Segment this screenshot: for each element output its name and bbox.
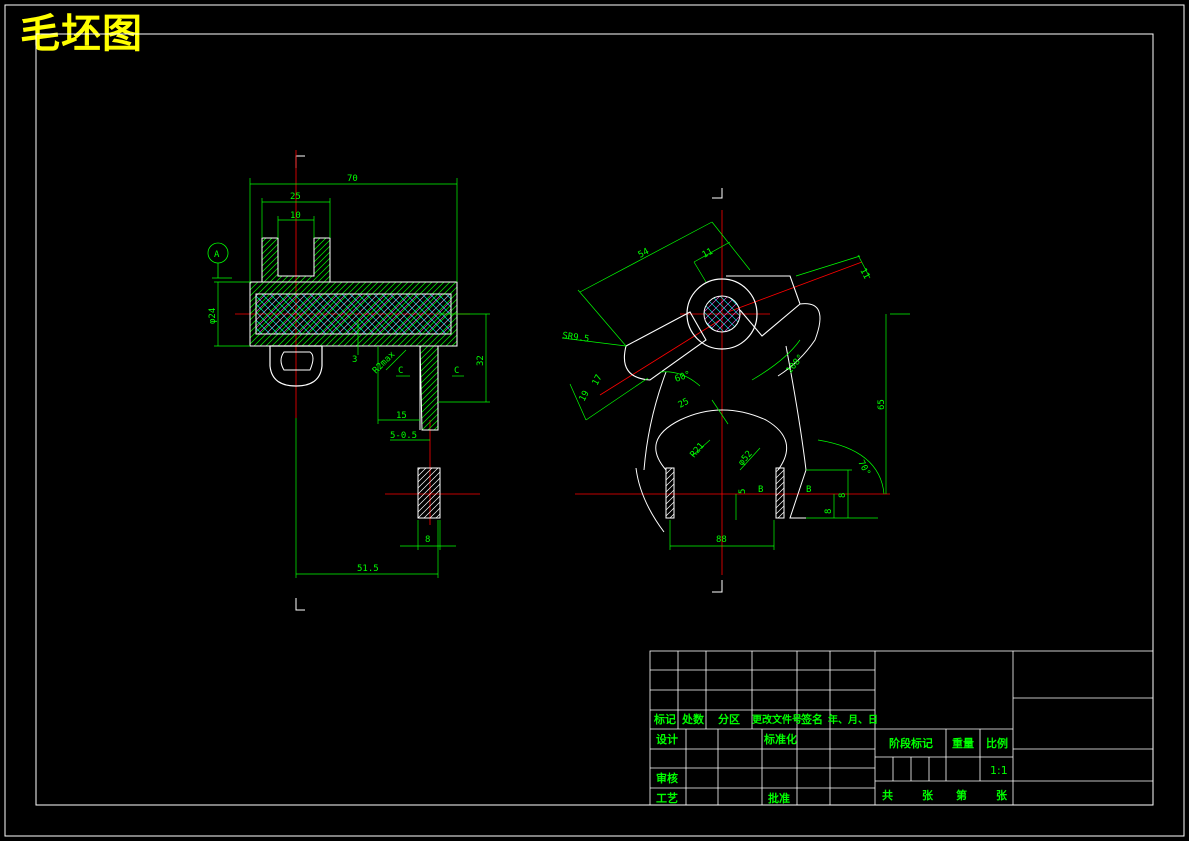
dim-small: 3: [352, 355, 357, 365]
label-sheets: 张: [922, 788, 934, 802]
rev-header-doc: 更改文件号: [752, 713, 802, 726]
dim-8b: 8: [824, 509, 834, 514]
outer-frame: [4, 4, 1185, 837]
label-design: 设计: [656, 732, 678, 746]
drawing-canvas: A 70 25 10 φ24 32 R2max 3 C C 15 5-0.5 8…: [4, 4, 1185, 837]
label-process: 工艺: [656, 791, 678, 805]
dim-88: 88: [716, 535, 727, 545]
dim-54: 54: [637, 247, 651, 261]
right-view: 54 11 11 SR9.5 17 19 60° 25 108° 65 R21 …: [562, 188, 910, 593]
hub-bore: [703, 295, 741, 333]
section-b-right: B: [806, 485, 811, 495]
drawing-sheet: 毛坯图 A 70 25 10 φ24 32 R2max 3 C C 15 5-0…: [0, 0, 1189, 841]
rev-header-date: 年、月、日: [828, 713, 878, 726]
datum-a-label: A: [214, 250, 220, 260]
dim-8a: 8: [838, 493, 848, 498]
rev-header-count: 处数: [681, 712, 705, 726]
dim-top-width: 25: [290, 192, 301, 202]
section-b-left: B: [758, 485, 763, 495]
label-standard: 标准化: [763, 732, 797, 746]
label-total: 共: [882, 788, 893, 802]
dim-diameter: φ24: [208, 308, 218, 324]
title-block: [649, 650, 1154, 806]
dim-65: 65: [877, 399, 887, 410]
bore-core: [255, 293, 452, 335]
rev-header-zone: 分区: [718, 712, 740, 726]
dim-ang60: 60°: [674, 370, 693, 385]
label-approve: 批准: [768, 791, 790, 805]
dim-5: 5-0.5: [390, 431, 417, 441]
left-view: A 70 25 10 φ24 32 R2max 3 C C 15 5-0.5 8…: [207, 150, 490, 611]
dim-19: 19: [578, 389, 592, 403]
dim-phi52: φ52: [737, 449, 755, 468]
label-sheet: 张: [996, 788, 1008, 802]
dim-radius: R2max: [371, 349, 398, 376]
dim-51-5: 51.5: [357, 564, 379, 574]
dim-5-right: 5: [738, 489, 748, 494]
dim-sr: SR9.5: [562, 331, 590, 345]
dim-r21: R21: [689, 441, 707, 460]
dim-17: 17: [591, 373, 605, 387]
section-c-right: C: [454, 366, 459, 376]
label-stage-mark: 阶段标记: [889, 736, 933, 750]
dim-11: 11: [701, 247, 715, 261]
dim-15: 15: [396, 411, 407, 421]
section-c-left: C: [398, 366, 403, 376]
label-no: 第: [956, 788, 967, 802]
dim-8: 8: [425, 535, 430, 545]
label-review: 审核: [656, 771, 678, 785]
dim-slot-width: 10: [290, 211, 301, 221]
rev-header-sign: 签名: [800, 712, 823, 726]
dim-11b: 11: [857, 267, 871, 281]
label-scale: 比例: [986, 736, 1008, 750]
dim-overall-length: 70: [347, 174, 358, 184]
dim-25-right: 25: [677, 397, 691, 411]
label-weight: 重量: [952, 736, 974, 750]
rev-header-mark: 标记: [653, 712, 676, 726]
inner-frame: [35, 33, 1154, 806]
dim-height-right: 32: [476, 355, 486, 366]
value-scale: 1:1: [990, 764, 1008, 777]
